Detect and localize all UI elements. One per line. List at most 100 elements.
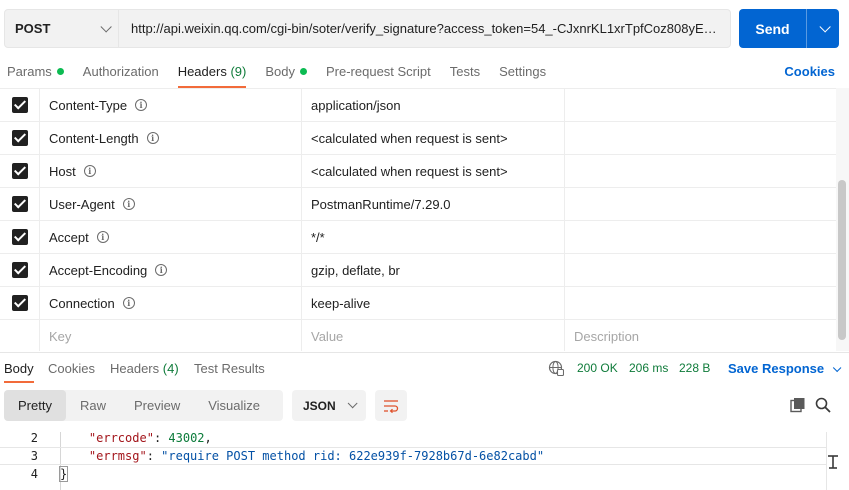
header-key-cell[interactable]: Accept-Encoding i [40,254,302,286]
header-key-cell[interactable]: Connection i [40,287,302,319]
tab-pre-request-script[interactable]: Pre-request Script [326,58,431,88]
response-body-editor[interactable]: 2 "errcode": 43002, 3 "errmsg": "require… [0,429,849,490]
header-value: <calculated when request is sent> [311,130,508,146]
tab-headers[interactable]: Headers (9) [177,58,246,88]
tab-authorization[interactable]: Authorization [83,58,159,88]
header-key-cell[interactable]: Host i [40,155,302,187]
info-icon[interactable]: i [83,165,96,177]
header-value-cell[interactable]: PostmanRuntime/7.29.0 [302,188,565,220]
line-number: 3 [30,449,38,463]
header-key: Connection [49,295,115,311]
line-number: 4 [30,467,38,481]
tab-settings[interactable]: Settings [499,58,546,88]
wrap-lines-button[interactable] [375,390,407,421]
tab-response-headers[interactable]: Headers (4) [110,361,179,376]
header-key-cell[interactable]: User-Agent i [40,188,302,220]
chevron-down-icon [100,20,112,33]
header-key-cell[interactable]: Content-Length i [40,122,302,154]
url-text: http://api.weixin.qq.com/cgi-bin/soter/v… [131,21,718,36]
header-value-cell[interactable]: <calculated when request is sent> [302,155,565,187]
header-key: Host [49,163,76,179]
header-description-cell[interactable] [565,188,836,220]
headers-scrollbar[interactable] [836,88,849,351]
header-key-cell[interactable]: Accept i [40,221,302,253]
row-checkbox-cell [0,122,40,154]
checkbox[interactable] [11,262,28,278]
new-value-input[interactable]: Value [302,320,565,351]
response-tabs: Body Cookies Headers (4) Test Results 20… [0,352,849,383]
view-visualize-button[interactable]: Visualize [194,390,274,421]
header-value-cell[interactable]: <calculated when request is sent> [302,122,565,154]
cookies-link[interactable]: Cookies [784,64,835,79]
header-value-cell[interactable]: application/json [302,89,565,121]
checkbox[interactable] [11,130,28,146]
request-url-bar: POST http://api.weixin.qq.com/cgi-bin/so… [4,9,731,48]
copy-icon[interactable] [790,397,806,413]
method-label: POST [15,21,51,36]
url-input[interactable]: http://api.weixin.qq.com/cgi-bin/soter/v… [119,10,730,47]
response-size[interactable]: 228 B [679,361,710,375]
info-icon[interactable]: i [122,198,135,210]
search-icon[interactable] [815,397,831,413]
save-response-button[interactable]: Save Response [728,361,842,376]
json-key: "errcode" [88,431,154,445]
checkbox[interactable] [11,295,28,311]
send-button[interactable]: Send [739,9,806,48]
view-raw-button[interactable]: Raw [66,390,120,421]
view-preview-button[interactable]: Preview [120,390,194,421]
method-select[interactable]: POST [5,10,119,47]
header-value-cell[interactable]: keep-alive [302,287,565,319]
header-description-cell[interactable] [565,122,836,154]
info-icon[interactable]: i [96,231,109,243]
scrollbar-thumb[interactable] [838,180,846,340]
tab-label: Pre-request Script [325,64,431,79]
chevron-down-icon [347,398,358,409]
tab-count: (4) [162,361,179,376]
header-description-cell[interactable] [565,155,836,187]
new-description-input[interactable]: Description [565,320,836,351]
checkbox[interactable] [11,229,28,245]
code-line: 2 "errcode": 43002, [0,429,826,447]
checkbox[interactable] [11,196,28,212]
info-icon[interactable]: i [146,132,159,144]
header-description-cell[interactable] [565,254,836,286]
info-icon[interactable]: i [122,297,135,309]
request-tabs: Params Authorization Headers (9) Body Pr… [0,58,849,88]
tab-body[interactable]: Body [265,58,307,88]
tab-response-cookies[interactable]: Cookies [48,361,95,376]
info-icon[interactable]: i [135,99,148,111]
view-pretty-button[interactable]: Pretty [4,390,66,421]
header-key-cell[interactable]: Content-Type i [40,89,302,121]
new-key-input[interactable]: Key [40,320,302,351]
header-value: gzip, deflate, br [311,262,400,278]
checkbox[interactable] [11,163,28,179]
header-description-cell[interactable] [565,221,836,253]
header-value-cell[interactable]: gzip, deflate, br [302,254,565,286]
header-description-cell[interactable] [565,89,836,121]
row-checkbox-cell [0,188,40,220]
table-row: User-Agent i PostmanRuntime/7.29.0 [0,188,836,221]
table-row: Content-Length i <calculated when request… [0,122,836,155]
status-code[interactable]: 200 OK [577,361,618,375]
json-key: "errmsg" [88,449,147,463]
table-row: Host i <calculated when request is sent> [0,155,836,188]
globe-network-icon[interactable] [548,360,564,376]
row-checkbox-cell [0,221,40,253]
table-row: Accept i */* [0,221,836,254]
checkbox[interactable] [11,97,28,113]
send-options-button[interactable] [806,9,839,48]
header-description-cell[interactable] [565,287,836,319]
tab-response-body[interactable]: Body [4,361,34,383]
format-select[interactable]: JSON [292,390,366,421]
json-brace: } [58,466,69,482]
tab-tests[interactable]: Tests [450,58,480,88]
tab-label: Headers [110,361,160,376]
info-icon[interactable]: i [155,264,168,276]
header-value: keep-alive [311,295,371,311]
response-time[interactable]: 206 ms [629,361,668,375]
row-checkbox-cell [0,155,40,187]
header-value-cell[interactable]: */* [302,221,565,253]
tab-params[interactable]: Params [7,58,64,88]
format-label: JSON [303,398,336,413]
tab-test-results[interactable]: Test Results [194,361,265,376]
